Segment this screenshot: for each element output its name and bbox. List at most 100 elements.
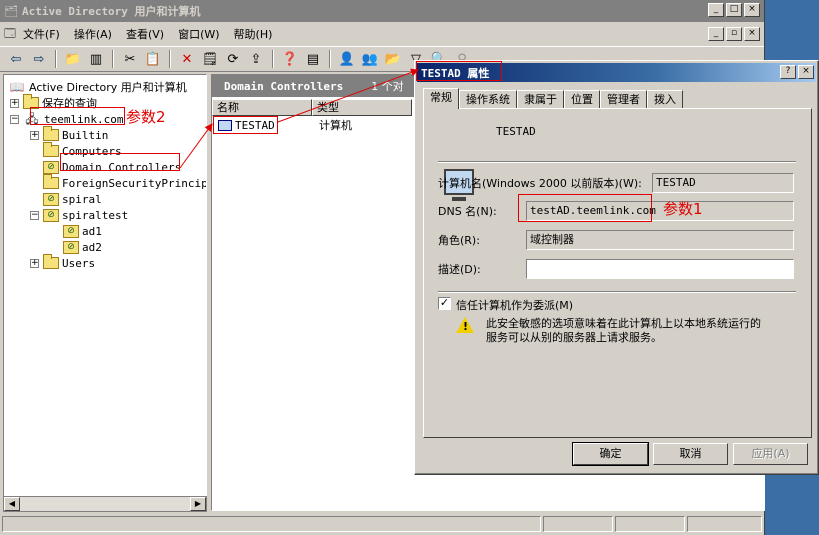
list-item-type: 计算机: [319, 119, 352, 132]
tree-item-label: spiraltest: [62, 208, 129, 222]
menubar: 🗔 文件(F) 操作(A) 查看(V) 窗口(W) 帮助(H): [0, 23, 764, 45]
tree-item-builtin[interactable]: + Builtin: [30, 126, 109, 143]
status-cell: [615, 516, 686, 532]
tab-member-of[interactable]: 隶属于: [517, 90, 564, 108]
tree-item-ad1[interactable]: ⊘ ad1: [63, 223, 102, 239]
collapse-icon[interactable]: −: [10, 114, 19, 124]
ok-button[interactable]: 确定: [572, 442, 649, 466]
expand-icon[interactable]: +: [10, 98, 19, 108]
active-directory-icon: 📖: [9, 80, 25, 94]
role-field[interactable]: 域控制器: [526, 230, 794, 250]
column-header-type[interactable]: 类型: [312, 99, 412, 116]
status-cell: [543, 516, 614, 532]
tree-item-label: spiral: [62, 192, 102, 206]
show-tree-icon[interactable]: ▥: [86, 49, 106, 69]
tab-location[interactable]: 位置: [564, 90, 600, 108]
separator: [438, 161, 796, 163]
tree-horizontal-scrollbar[interactable]: ◀ ▶: [3, 496, 207, 512]
tree-item-label: Builtin: [62, 128, 109, 142]
dns-name-label: DNS 名(N):: [438, 205, 497, 218]
toolbar-separator: [329, 50, 331, 68]
tree-item-spiraltest[interactable]: − ⊘ spiraltest: [30, 207, 128, 223]
annotation-note-2: 参数2: [126, 108, 166, 126]
menu-window[interactable]: 窗口(W): [171, 26, 226, 42]
menu-file[interactable]: 文件(F): [16, 26, 67, 42]
role-label: 角色(R):: [438, 234, 480, 247]
tree-item-label: ForeignSecurityPrincipa: [62, 176, 207, 190]
up-folder-icon[interactable]: 📁: [63, 49, 83, 69]
properties-dialog: TESTAD 属性 ? × 常规 操作系统 隶属于 位置 管理者 拨入 TEST…: [414, 60, 819, 475]
refresh-icon[interactable]: ⟳: [223, 49, 243, 69]
status-cell: [2, 516, 542, 532]
export-list-icon[interactable]: ⇪: [246, 49, 266, 69]
console-tree[interactable]: 📖 Active Directory 用户和计算机 + 保存的查询 − 🖧 te…: [3, 74, 207, 511]
menu-action[interactable]: 操作(A): [67, 26, 119, 42]
annotation-box-domain-controllers: [60, 153, 180, 171]
minimize-button[interactable]: _: [708, 3, 724, 17]
scroll-right-icon[interactable]: ▶: [190, 497, 206, 511]
computer-name: TESTAD: [496, 125, 536, 138]
new-ou-icon[interactable]: 📂: [383, 49, 403, 69]
help-icon[interactable]: ❓: [280, 49, 300, 69]
tree-item-label: ad2: [82, 240, 102, 254]
delete-icon[interactable]: ✕: [177, 49, 197, 69]
main-titlebar: 🗂 Active Directory 用户和计算机 _ □ ×: [0, 0, 764, 22]
folder-icon: [43, 142, 59, 157]
tree-item-ad2[interactable]: ⊘ ad2: [63, 239, 102, 255]
maximize-button[interactable]: □: [726, 3, 742, 17]
mdi-restore-button[interactable]: ▫: [726, 27, 742, 41]
new-group-icon[interactable]: 👥: [360, 49, 380, 69]
folder-icon: [43, 174, 59, 189]
tab-managed-by[interactable]: 管理者: [600, 90, 647, 108]
tree-item-foreign-security[interactable]: ForeignSecurityPrincipa: [43, 174, 207, 191]
description-input[interactable]: [526, 259, 794, 279]
status-cell: [687, 516, 762, 532]
ou-icon: ⊘: [43, 160, 59, 174]
new-user-icon[interactable]: 👤: [337, 49, 357, 69]
cancel-button[interactable]: 取消: [653, 443, 728, 465]
close-button[interactable]: ×: [744, 3, 760, 17]
main-title: Active Directory 用户和计算机: [21, 5, 201, 18]
app-icon: 🗂: [4, 4, 18, 18]
tree-item-spiral[interactable]: ⊘ spiral: [43, 191, 102, 207]
tab-general[interactable]: 常规: [423, 88, 459, 109]
expand-icon[interactable]: +: [30, 258, 39, 268]
properties-icon[interactable]: 🗒: [200, 49, 220, 69]
warning-mark: !: [463, 320, 469, 333]
collapse-icon[interactable]: −: [30, 210, 39, 220]
warning-text-line2: 服务可以从别的服务器上请求服务。: [486, 331, 662, 344]
console-tree-icon[interactable]: ▤: [303, 49, 323, 69]
menu-help[interactable]: 帮助(H): [227, 26, 280, 42]
pre2000-field[interactable]: TESTAD: [652, 173, 794, 193]
column-header-name[interactable]: 名称: [212, 99, 312, 116]
tab-dial-in[interactable]: 拨入: [647, 90, 683, 108]
tree-item-users[interactable]: + Users: [30, 254, 96, 271]
dialog-close-button[interactable]: ×: [798, 65, 814, 79]
mdi-minimize-button[interactable]: _: [708, 27, 724, 41]
tab-operating-system[interactable]: 操作系统: [459, 90, 517, 108]
expand-icon[interactable]: +: [30, 130, 39, 140]
tree-root[interactable]: 📖 Active Directory 用户和计算机: [8, 79, 187, 95]
toolbar-separator: [272, 50, 274, 68]
toolbar-separator: [169, 50, 171, 68]
forward-arrow-icon[interactable]: ⇨: [29, 49, 49, 69]
mdi-close-button[interactable]: ×: [744, 27, 760, 41]
annotation-box-dialog-title: [416, 61, 502, 81]
annotation-box-testad: [213, 116, 278, 134]
console-icon[interactable]: 🗔: [4, 25, 16, 44]
apply-button[interactable]: 应用(A): [733, 443, 808, 465]
trust-delegation-label[interactable]: 信任计算机作为委派(M): [456, 297, 573, 313]
tree-item-label: Users: [62, 256, 96, 270]
menu-view[interactable]: 查看(V): [119, 26, 171, 42]
paste-icon[interactable]: 📋: [143, 49, 163, 69]
scroll-left-icon[interactable]: ◀: [4, 497, 20, 511]
cut-icon[interactable]: ✂: [120, 49, 140, 69]
annotation-box-dns: [518, 194, 652, 222]
folder-icon: [43, 254, 59, 269]
details-count: 1 个对: [371, 80, 404, 93]
trust-delegation-checkbox[interactable]: ✓: [438, 297, 451, 310]
back-arrow-icon[interactable]: ⇦: [6, 49, 26, 69]
dialog-help-button[interactable]: ?: [780, 65, 796, 79]
tree-root-label: Active Directory 用户和计算机: [29, 81, 187, 94]
folder-icon: [43, 126, 59, 141]
